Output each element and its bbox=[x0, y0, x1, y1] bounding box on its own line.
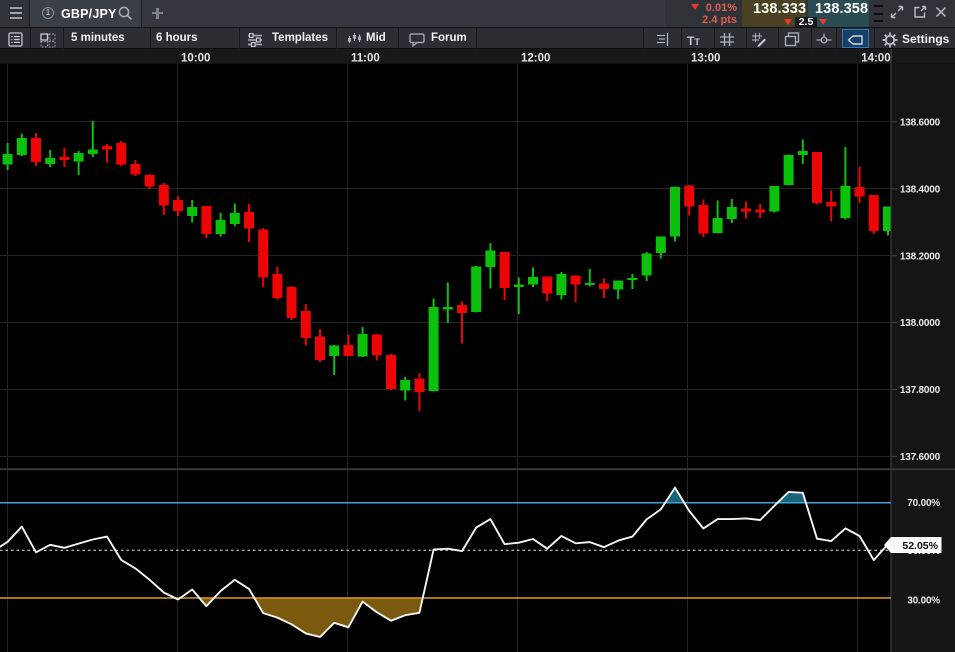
svg-text:10:00: 10:00 bbox=[181, 53, 210, 65]
svg-text:137.8000: 137.8000 bbox=[900, 385, 941, 396]
svg-text:30.00%: 30.00% bbox=[907, 595, 940, 606]
svg-text:138.0000: 138.0000 bbox=[900, 318, 941, 329]
svg-text:138.4000: 138.4000 bbox=[900, 184, 941, 195]
svg-text:12:00: 12:00 bbox=[521, 53, 550, 65]
svg-text:13:00: 13:00 bbox=[691, 53, 720, 65]
svg-text:138.6000: 138.6000 bbox=[900, 118, 941, 129]
svg-text:138.2000: 138.2000 bbox=[900, 251, 941, 262]
svg-text:52.05%: 52.05% bbox=[902, 540, 938, 552]
svg-text:70.00%: 70.00% bbox=[907, 498, 940, 509]
svg-text:137.6000: 137.6000 bbox=[900, 452, 941, 463]
svg-text:11:00: 11:00 bbox=[351, 53, 380, 65]
svg-text:14:00: 14:00 bbox=[861, 53, 890, 65]
